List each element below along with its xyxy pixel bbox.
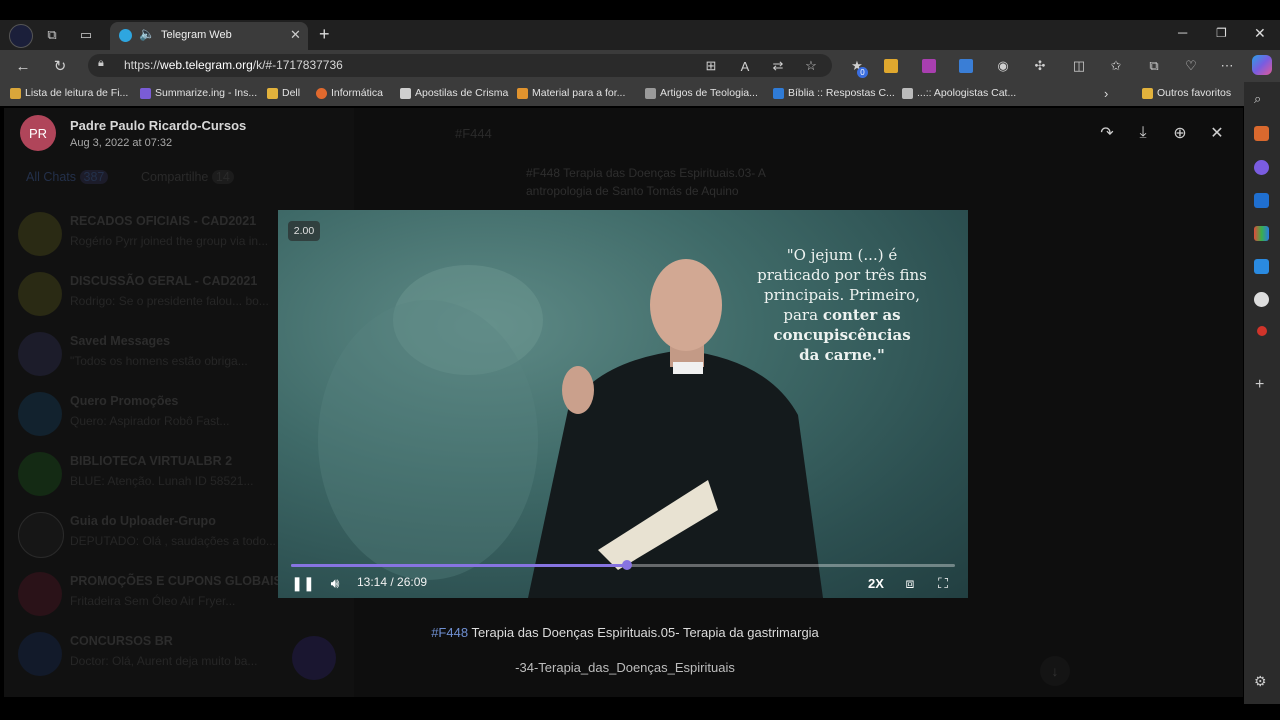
bookmark-item[interactable]: Material para a for... <box>517 87 625 99</box>
chat-avatar <box>18 452 62 496</box>
sidebar-copilot-icon[interactable] <box>1254 160 1269 175</box>
pinned-message: #F448 Terapia das Doenças Espirituais.03… <box>526 166 766 198</box>
workspaces-icon[interactable]: ⧉ <box>42 25 62 45</box>
apps-icon[interactable]: ⊞ <box>700 56 722 76</box>
chat-avatar <box>18 332 62 376</box>
search-icon[interactable]: ⌕ <box>1254 91 1261 107</box>
fullscreen-icon[interactable]: ⛶ <box>933 573 953 593</box>
bookmark-icon <box>517 87 528 99</box>
collections-icon[interactable]: ⧉ <box>1143 56 1165 76</box>
bookmark-item[interactable]: Summarize.ing - Ins... <box>140 87 257 99</box>
bookmark-icon <box>902 87 913 99</box>
extension-icon-2[interactable] <box>922 59 936 73</box>
extension-icon-3[interactable] <box>959 59 973 73</box>
zoom-icon[interactable]: ⊕ <box>1169 122 1191 144</box>
bookmark-icon <box>140 87 151 99</box>
video-quote-text: "O jejum (...) é praticado por três fins… <box>757 246 927 364</box>
copilot-icon[interactable] <box>1252 55 1272 75</box>
chat-avatar <box>18 512 64 558</box>
playback-speed-badge: 2.00 <box>288 221 320 241</box>
bookmark-item[interactable]: Artigos de Teologia... <box>645 87 758 99</box>
split-screen-icon[interactable]: ◫ <box>1068 56 1090 76</box>
folder-icon <box>1142 87 1153 99</box>
bookmarks-overflow-icon[interactable]: › <box>1104 86 1108 101</box>
picture-in-picture-icon[interactable]: ⧈ <box>900 573 920 593</box>
speed-button[interactable]: 2X <box>866 573 886 593</box>
bookmark-item[interactable]: Informática <box>316 87 383 99</box>
caption-hashtag[interactable]: #F448 <box>431 625 468 640</box>
tab-title: Telegram Web <box>161 29 232 41</box>
scroll-down-icon[interactable]: ↓ <box>1040 656 1070 686</box>
bookmark-icon <box>773 87 784 99</box>
minimize-icon[interactable]: ─ <box>1178 25 1187 40</box>
chat-avatar <box>18 272 62 316</box>
close-viewer-icon[interactable]: ✕ <box>1206 122 1228 144</box>
message-date: Aug 3, 2022 at 07:32 <box>70 137 173 149</box>
sidebar-office-icon[interactable] <box>1254 226 1269 241</box>
sidebar-red-icon[interactable] <box>1257 326 1267 336</box>
volume-icon[interactable]: 🔊︎ <box>325 573 345 593</box>
back-icon[interactable]: ← <box>12 56 34 76</box>
sidebar-add-icon[interactable]: + <box>1255 376 1264 394</box>
playback-time: 13:14 / 26:09 <box>357 575 428 589</box>
sender-avatar[interactable]: PR <box>20 115 56 151</box>
tab-actions-icon[interactable]: ▭ <box>76 25 96 45</box>
lock-icon[interactable]: 🔒︎ <box>98 57 104 70</box>
sender-name[interactable]: Padre Paulo Ricardo-Cursos <box>70 118 246 133</box>
chat-avatar <box>18 572 62 616</box>
media-caption: #F448 Terapia das Doenças Espirituais.05… <box>431 625 819 640</box>
favorites-icon[interactable]: ✩ <box>1105 56 1127 76</box>
speaker-collar <box>673 362 703 374</box>
painting-shadow <box>318 300 538 580</box>
browser-essentials-icon[interactable]: ♡ <box>1180 56 1202 76</box>
download-icon[interactable]: ⤓ <box>1132 122 1154 144</box>
close-window-icon[interactable]: ✕ <box>1254 25 1266 42</box>
bookmark-item[interactable]: Bíblia :: Respostas C... <box>773 87 895 99</box>
chat-header-tag: #F444 <box>455 126 492 141</box>
folder-tab-all[interactable]: All Chats 387 <box>26 170 109 184</box>
document-icon <box>400 87 411 99</box>
telegram-favicon-icon <box>119 29 132 42</box>
close-tab-icon[interactable]: ✕ <box>290 27 301 43</box>
url-text[interactable]: https://web.telegram.org/k/#-1717837736 <box>124 58 343 72</box>
refresh-icon[interactable]: ↻ <box>49 56 71 76</box>
extension-icon-1[interactable] <box>884 59 898 73</box>
bookmark-icon <box>10 87 21 99</box>
favorite-star-icon[interactable]: ☆ <box>800 56 822 76</box>
other-favorites-folder[interactable]: Outros favoritos <box>1142 87 1231 99</box>
chat-avatar <box>18 632 62 676</box>
bookmark-icon <box>316 87 327 99</box>
media-caption-filename: -34-Terapia_das_Doenças_Espirituais <box>515 660 735 675</box>
folder-icon <box>267 87 278 99</box>
sidebar-openai-icon[interactable] <box>1254 292 1269 307</box>
sidebar-settings-icon[interactable]: ⚙ <box>1254 673 1267 690</box>
bookmark-item[interactable]: Apostilas de Crisma <box>400 87 508 99</box>
speaker-head <box>650 259 722 351</box>
extension-icon-4[interactable]: ◉ <box>992 56 1014 76</box>
restore-icon[interactable]: ❐ <box>1216 26 1227 40</box>
bookmark-item[interactable]: Lista de leitura de Fi... <box>10 87 128 99</box>
more-menu-icon[interactable]: ⋯ <box>1216 56 1238 76</box>
chat-avatar <box>18 212 62 256</box>
bookmark-icon <box>645 87 656 99</box>
folder-tab-shared[interactable]: Compartilhe 14 <box>141 170 234 184</box>
translate-icon[interactable]: ⇄ <box>767 56 789 76</box>
sidebar-tools-icon[interactable] <box>1254 126 1269 141</box>
sidebar-app-icon[interactable] <box>1254 259 1269 274</box>
bookmark-item[interactable]: ...:: Apologistas Cat... <box>902 87 1016 99</box>
pause-icon[interactable]: ❚❚ <box>291 573 314 593</box>
profile-avatar[interactable] <box>9 24 33 48</box>
speaker-hand <box>562 366 594 414</box>
sidebar-outlook-icon[interactable] <box>1254 193 1269 208</box>
audio-playing-icon[interactable]: 🔈 <box>139 26 155 42</box>
extensions-puzzle-icon[interactable]: ✣ <box>1029 56 1051 76</box>
chat-avatar <box>18 392 62 436</box>
forward-icon[interactable]: ↷ <box>1096 122 1118 144</box>
extension-badge: 0 <box>857 67 868 78</box>
read-aloud-icon[interactable]: A <box>734 56 756 76</box>
progress-fill <box>291 564 627 567</box>
new-tab-icon[interactable]: + <box>319 24 330 45</box>
progress-knob[interactable] <box>621 560 632 570</box>
bookmark-folder[interactable]: Dell <box>267 87 300 99</box>
